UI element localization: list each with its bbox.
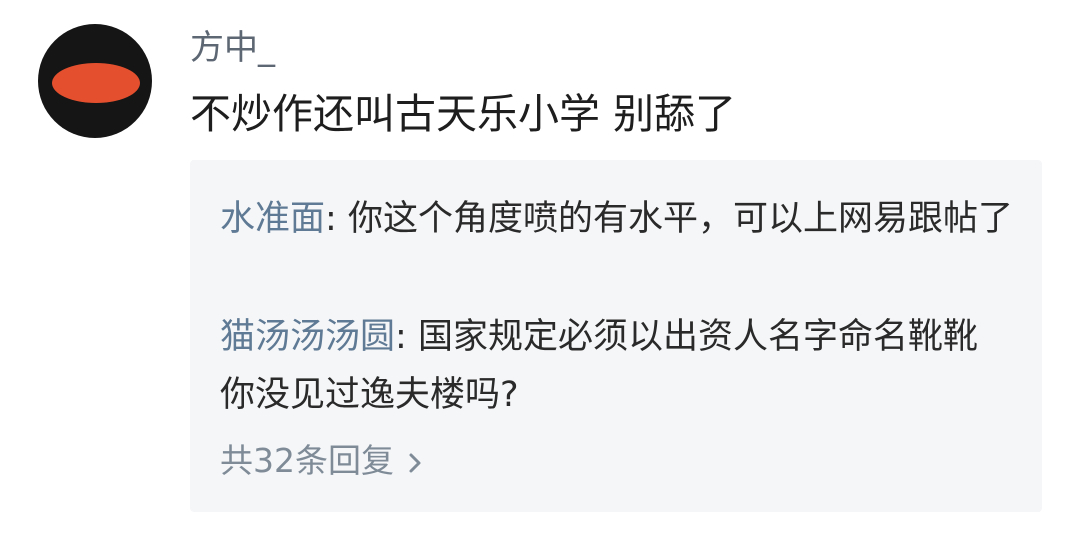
view-all-label: 共32条回复 <box>220 441 394 480</box>
view-all-replies-button[interactable]: 共32条回复 <box>220 436 422 486</box>
reply-item[interactable]: 水准面: 你这个角度喷的有水平，可以上网易跟帖了 <box>220 190 1020 248</box>
reply-box[interactable]: 水准面: 你这个角度喷的有水平，可以上网易跟帖了 猫汤汤汤圆: 国家规定必须以出… <box>190 160 1042 512</box>
reply-author[interactable]: 猫汤汤汤圆 <box>220 317 395 357</box>
comment-username[interactable]: 方中_ <box>190 26 275 70</box>
reply-text: 你这个角度喷的有水平，可以上网易跟帖了 <box>347 199 1013 239</box>
reply-item[interactable]: 猫汤汤汤圆: 国家规定必须以出资人名字命名靴靴 你没见过逸夫楼吗? <box>220 308 1020 424</box>
avatar-icon <box>52 63 140 103</box>
reply-author[interactable]: 水准面 <box>220 199 325 239</box>
reply-separator: : <box>395 317 418 357</box>
reply-separator: : <box>325 199 348 239</box>
avatar[interactable] <box>38 24 152 138</box>
chevron-right-icon <box>409 453 421 472</box>
comment-text: 不炒作还叫古天乐小学 别舔了 <box>190 90 737 138</box>
